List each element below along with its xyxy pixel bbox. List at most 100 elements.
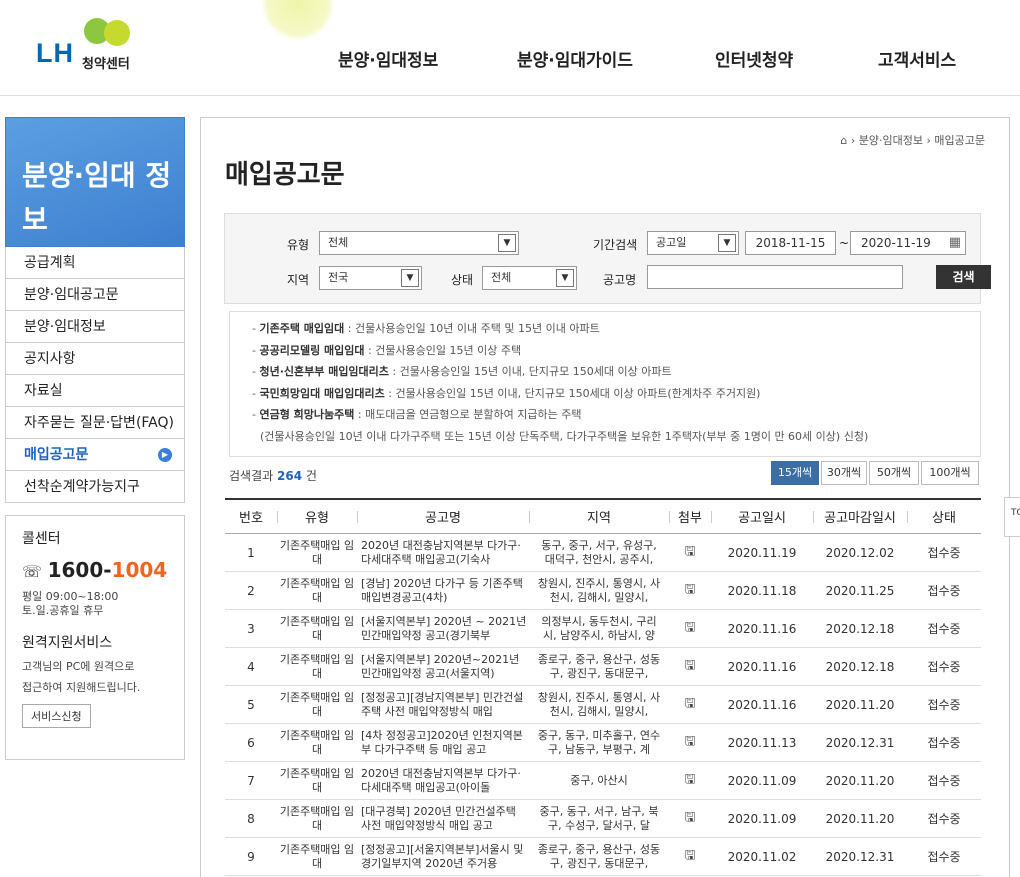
phone-icon: ☏ (22, 562, 48, 581)
cell-no: 5 (247, 697, 255, 712)
cell-no: 1 (247, 545, 255, 560)
cell-deadline: 2020.12.18 (825, 659, 895, 674)
cell-title[interactable]: [서울지역본부] 2020년 ~ 2021년 민간매입약정 공고(경기북부 (357, 610, 529, 647)
sidebar-item-supply-info[interactable]: 분양·임대정보 (6, 311, 184, 343)
date-from-input[interactable]: 2018-11-15 (745, 231, 836, 255)
cell-date: 2020.11.18 (727, 583, 797, 598)
cell-deadline: 2020.11.25 (825, 583, 895, 598)
phone-prefix: 1600- (47, 558, 112, 582)
name-input[interactable] (647, 265, 903, 289)
remote-title: 원격지원서비스 (22, 635, 113, 651)
sidebar-item-faq[interactable]: 자주묻는 질문·답변(FAQ) (6, 407, 184, 439)
period-select[interactable]: 공고일 ▼ (647, 231, 739, 255)
side-tab[interactable]: TO (1004, 497, 1020, 537)
table-row[interactable]: 8 기존주택매입 임대 [대구경북] 2020년 민간건설주택 사전 매입약정방식 … (225, 800, 981, 838)
gnb-item-guide[interactable]: 분양·임대가이드 (517, 46, 633, 71)
page-size-50[interactable]: 50개씩 (869, 461, 919, 485)
cell-title[interactable]: [정정공고][경남지역본부] 민간건설주택 사전 매입약정방식 매입 (357, 686, 529, 723)
table-row[interactable]: 4 기존주택매입 임대 [서울지역본부] 2020년~2021년 민간매입약정 공고… (225, 648, 981, 686)
callcenter-phone: ☏ 1600-1004 (22, 558, 184, 582)
file-icon[interactable]: 🖫 (669, 800, 711, 837)
cell-type: 기존주택매입 임대 (279, 614, 355, 642)
cell-date: 2020.11.16 (727, 659, 797, 674)
file-icon[interactable]: 🖫 (669, 686, 711, 723)
type-select[interactable]: 전체 ▼ (319, 231, 519, 255)
cell-status: 접수중 (927, 812, 961, 826)
cell-title[interactable]: [4차 정정공고]2020년 인천지역본부 다가구주택 등 매입 공고 (357, 724, 529, 761)
cell-date: 2020.11.13 (727, 735, 797, 750)
file-icon[interactable]: 🖫 (669, 610, 711, 647)
cell-region: 동구, 중구, 서구, 유성구, 대덕구, 천안시, 공주시, (541, 538, 657, 566)
remote-service-button[interactable]: 서비스신청 (22, 704, 91, 728)
notice-line: - 국민희망임대 매입임대리츠 : 건물사용승인일 15년 이내, 단지규모 1… (252, 386, 761, 400)
cell-no: 2 (247, 583, 255, 598)
file-icon[interactable]: 🖫 (669, 572, 711, 609)
callcenter-box: 콜센터 ☏ 1600-1004 평일 09:00~18:00 토.일.공휴일 휴무… (5, 515, 185, 760)
cell-title[interactable]: 2020년 대전충남지역본부 다가구·다세대주택 매입공고(기숙사 (357, 534, 529, 571)
cell-region: 중구, 아산시 (570, 773, 628, 787)
sidebar-item-supply-notice[interactable]: 분양·임대공고문 (6, 279, 184, 311)
sidebar-item-supply-plan[interactable]: 공급계획 (6, 247, 184, 279)
cell-type: 기존주택매입 임대 (279, 538, 355, 566)
cell-title[interactable]: [정정공고][서울지역본부]서울시 및 경기일부지역 2020년 주거용 (357, 838, 529, 875)
table-row[interactable]: 5 기존주택매입 임대 [정정공고][경남지역본부] 민간건설주택 사전 매입약정방… (225, 686, 981, 724)
gnb-item-customer-service[interactable]: 고객서비스 (878, 46, 956, 71)
logo-circle-lime (104, 20, 130, 46)
file-icon[interactable]: 🖫 (669, 762, 711, 799)
col-header-status: 상태 (932, 511, 956, 526)
date-to-input[interactable]: 2020-11-19 ▦ (850, 231, 966, 255)
home-icon[interactable]: ⌂ (840, 134, 847, 147)
cell-region: 창원시, 진주시, 통영시, 사천시, 김해시, 밀양시, (537, 690, 661, 718)
cell-no: 3 (247, 621, 255, 636)
cell-no: 7 (247, 773, 255, 788)
sidebar-item-archive[interactable]: 자료실 (6, 375, 184, 407)
search-button[interactable]: 검색 (936, 265, 991, 289)
chevron-down-icon: ▼ (498, 234, 516, 252)
lh-logo[interactable]: LH 청약센터 (36, 18, 156, 72)
calendar-icon[interactable]: ▦ (949, 232, 961, 254)
file-icon[interactable]: 🖫 (669, 838, 711, 875)
cell-title[interactable]: [서울지역본부] 2020년~2021년 민간매입약정 공고(서울지역) (357, 648, 529, 685)
page-size-100[interactable]: 100개씩 (921, 461, 979, 485)
col-header-region: 지역 (587, 511, 611, 526)
table-row[interactable]: 9 기존주택매입 임대 [정정공고][서울지역본부]서울시 및 경기일부지역 202… (225, 838, 981, 876)
cell-deadline: 2020.12.02 (825, 545, 895, 560)
table-row[interactable]: 2 기존주택매입 임대 [경남] 2020년 다가구 등 기존주택 매입변경공고(4… (225, 572, 981, 610)
period-label: 기간검색 (593, 238, 638, 252)
cell-region: 종로구, 중구, 용산구, 성동구, 광진구, 동대문구, (537, 652, 661, 680)
sidebar-item-first-come[interactable]: 선착순계약가능지구 (6, 471, 184, 503)
cell-status: 접수중 (927, 698, 961, 712)
sidebar-item-announcements[interactable]: 공지사항 (6, 343, 184, 375)
col-header-date: 공고일시 (738, 511, 786, 526)
table-row[interactable]: 7 기존주택매입 임대 2020년 대전충남지역본부 다가구·다세대주택 매입공고(… (225, 762, 981, 800)
table-row[interactable]: 1 기존주택매입 임대 2020년 대전충남지역본부 다가구·다세대주택 매입공고(… (225, 534, 981, 572)
col-header-title: 공고명 (425, 511, 461, 526)
gnb-item-supply-info[interactable]: 분양·임대정보 (338, 46, 438, 71)
page-size-30[interactable]: 30개씩 (821, 461, 867, 485)
breadcrumb-item[interactable]: 분양·임대정보 (859, 134, 923, 147)
cell-title[interactable]: 2020년 대전충남지역본부 다가구·다세대주택 매입공고(아이돌 (357, 762, 529, 799)
page-title: 매입공고문 (225, 160, 345, 190)
cell-date: 2020.11.09 (727, 811, 797, 826)
gnb-item-internet-apply[interactable]: 인터넷청약 (715, 46, 793, 71)
region-select[interactable]: 전국 ▼ (319, 266, 422, 290)
file-icon[interactable]: 🖫 (669, 534, 711, 571)
cell-deadline: 2020.12.31 (825, 849, 895, 864)
file-icon[interactable]: 🖫 (669, 648, 711, 685)
page-size-15[interactable]: 15개씩 (771, 461, 819, 485)
cell-title[interactable]: [대구경북] 2020년 민간건설주택 사전 매입약정방식 매입 공고 (357, 800, 529, 837)
file-icon[interactable]: 🖫 (669, 724, 711, 761)
sidebar-item-label: 매입공고문 (24, 447, 89, 463)
cell-title[interactable]: [경남] 2020년 다가구 등 기존주택 매입변경공고(4차) (357, 572, 529, 609)
sidebar-item-purchase-notice[interactable]: 매입공고문 ▶ (6, 439, 184, 471)
cell-type: 기존주택매입 임대 (279, 652, 355, 680)
cell-type: 기존주택매입 임대 (279, 576, 355, 604)
notice-line: - 연금형 희망나눔주택 : 매도대금을 연금형으로 분할하여 지급하는 주택 (252, 408, 582, 421)
breadcrumb-item[interactable]: 매입공고문 (934, 134, 985, 147)
table-row[interactable]: 3 기존주택매입 임대 [서울지역본부] 2020년 ~ 2021년 민간매입약정 … (225, 610, 981, 648)
cell-date: 2020.11.16 (727, 697, 797, 712)
cell-status: 접수중 (927, 660, 961, 674)
status-select[interactable]: 전체 ▼ (482, 266, 577, 290)
table-row[interactable]: 6 기존주택매입 임대 [4차 정정공고]2020년 인천지역본부 다가구주택 등 … (225, 724, 981, 762)
cell-deadline: 2020.12.31 (825, 735, 895, 750)
